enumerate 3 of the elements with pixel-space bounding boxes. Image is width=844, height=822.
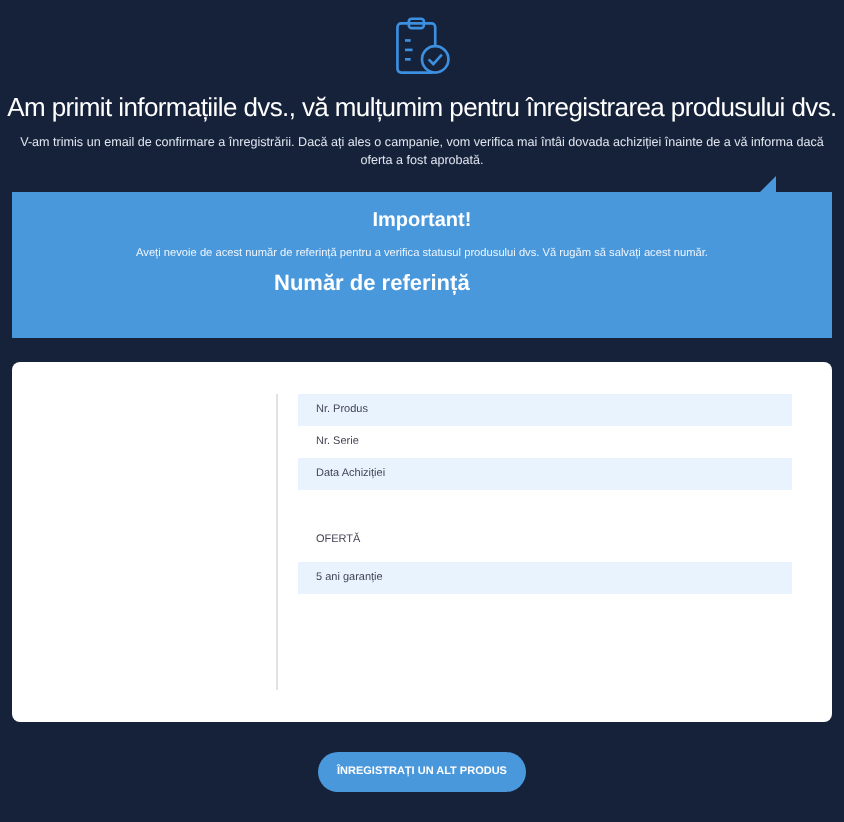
notice-title: Important! <box>372 209 472 232</box>
confirmation-title: Am primit informațiile dvs., vă mulțumim pentru înregistrarea produsului dvs. <box>7 92 837 122</box>
reference-label: Număr de referință <box>274 271 470 296</box>
